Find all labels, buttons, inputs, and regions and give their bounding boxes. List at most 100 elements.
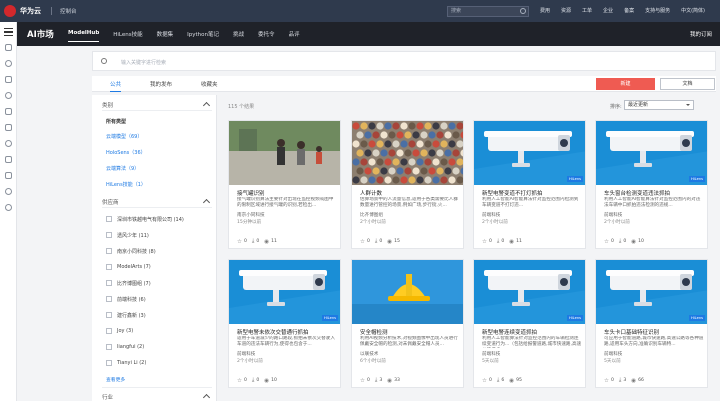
data-icon[interactable] [5,60,12,67]
top-link-tickets[interactable]: 工单 [582,7,592,14]
tab-hilens-skills[interactable]: HiLens技能 [113,30,142,42]
tab-favorites[interactable]: 收藏夹 [201,80,218,88]
chevron-up-icon[interactable] [202,393,211,401]
model-name[interactable]: 新型电警变道不打灯抓拍 [482,189,543,197]
sort-select[interactable]: 最近更新 [624,100,694,110]
star-icon[interactable]: ☆ [360,378,365,384]
tab-datasets[interactable]: 数据集 [157,30,174,42]
model-description: 接气罐识别算法主要针对出现在监控视频或图中的限制区域进行接气罐的识别,若检出..… [237,197,334,209]
model-name[interactable]: 安全帽检测 [360,328,388,336]
hilens-icon[interactable] [5,172,12,179]
tab-reviews[interactable]: 品评 [289,30,300,42]
cloud-icon[interactable] [5,92,12,99]
model-card[interactable]: 安全帽检测 利用AI视频分析技术,对视频图像中出现人员进行佩戴安全帽的检测,对未… [351,259,464,388]
model-author[interactable]: 比齐博图组 [360,212,383,218]
model-author[interactable]: 前端科技 [604,212,622,218]
chevron-up-icon[interactable] [202,101,211,110]
vendor-checkbox[interactable] [106,216,112,222]
home-icon[interactable] [5,44,12,51]
model-card[interactable]: HiLens 车头卡口基础特征识别 可应用于智能道路,城市快速路,高速公路等各种… [595,259,708,388]
vendor-checkbox[interactable] [106,232,112,238]
model-icon[interactable] [5,108,12,115]
vendor-checkbox[interactable] [106,248,112,254]
tab-challenges[interactable]: 挑战 [233,30,244,42]
chevron-up-icon[interactable] [202,198,211,207]
model-author[interactable]: 前端科技 [237,351,255,357]
deploy-icon[interactable] [5,124,12,131]
market-icon[interactable] [5,140,12,147]
model-author[interactable]: 南京小同科技 [237,212,265,218]
download-icon[interactable]: ⤓ [252,238,254,245]
top-link-resources[interactable]: 资源 [561,7,571,14]
search-icon[interactable] [520,8,526,14]
model-name[interactable]: 新型电警连续变道抓拍 [482,328,537,336]
download-icon[interactable]: ⤓ [619,238,621,245]
star-icon[interactable]: ☆ [482,239,487,245]
model-card[interactable]: HiLens 新型电警未依次交替通行抓拍 适用于车道减少的路口路段,抓拍未依次交… [228,259,341,388]
star-icon[interactable]: ☆ [360,239,365,245]
model-author[interactable]: 以联技术 [360,351,378,357]
star-icon[interactable]: ☆ [237,239,242,245]
model-name[interactable]: 车头窗台检测变道违法抓拍 [604,189,670,197]
model-name[interactable]: 人群计数 [360,189,382,197]
category-cloud-model[interactable]: 云端模型（69） [106,133,142,140]
star-icon[interactable]: ☆ [482,378,487,384]
my-subscriptions-link[interactable]: 我的订阅 [690,30,712,38]
star-icon[interactable]: ☆ [604,239,609,245]
new-button[interactable]: 新建 [596,78,655,90]
tab-my-published[interactable]: 我的发布 [150,80,172,88]
tab-public[interactable]: 公共 [110,80,122,92]
top-link-language[interactable]: 中文(简体) [681,7,705,14]
vendor-checkbox[interactable] [106,360,112,366]
docs-button[interactable]: 文档 [660,78,715,90]
top-link-filing[interactable]: 备案 [624,7,634,14]
category-hilens-skill[interactable]: HiLens技能（1） [106,181,146,188]
anchor-icon[interactable] [5,156,12,163]
help-icon[interactable] [5,204,12,211]
vendor-checkbox[interactable] [106,344,112,350]
model-card[interactable]: 接气罐识别 接气罐识别算法主要针对出现在监控视频或图中的限制区域进行接气罐的识别… [228,120,341,249]
vendor-checkbox[interactable] [106,312,112,318]
console-link[interactable]: 控制台 [60,7,77,15]
model-author[interactable]: 前端科技 [482,212,500,218]
top-link-fees[interactable]: 费用 [540,7,550,14]
download-icon[interactable]: ⤓ [619,377,621,384]
model-name[interactable]: 新型电警未依次交替通行抓拍 [237,328,309,336]
model-name[interactable]: 接气罐识别 [237,189,265,197]
download-icon[interactable]: ⤓ [375,377,377,384]
model-card[interactable]: HiLens 新型电警变道不打灯抓拍 利用人工智能AI智能算法针对监控范围内检测… [473,120,586,249]
star-icon[interactable]: ☆ [604,378,609,384]
global-search-input[interactable]: 搜索 [447,6,529,17]
model-card[interactable]: HiLens 车头窗台检测变道违法抓拍 利用人工智能AI智能算法针对监控范围内的… [595,120,708,249]
model-author[interactable]: 前端科技 [482,351,500,357]
vendor-checkbox[interactable] [106,264,112,270]
vendor-checkbox[interactable] [106,296,112,302]
show-more-link[interactable]: 查看更多 [106,376,125,383]
model-name[interactable]: 车头卡口基础特征识别 [604,328,659,336]
settings-icon[interactable] [5,188,12,195]
training-icon[interactable] [5,76,12,83]
vendor-checkbox[interactable] [106,280,112,286]
category-all[interactable]: 所有类型 [106,118,126,125]
vendor-checkbox[interactable] [106,328,112,334]
menu-icon[interactable] [4,28,13,38]
star-icon[interactable]: ☆ [237,378,242,384]
download-icon[interactable]: ⤓ [252,377,254,384]
vendor-label: Tianyi Li (2) [117,360,147,366]
download-icon[interactable]: ⤓ [497,377,499,384]
download-icon[interactable]: ⤓ [497,238,499,245]
model-description: 利用人工智能AI智能算法针对监控范围内的对违法车辆中口抓拍违法检测的违规... [604,197,701,209]
model-card[interactable]: 人群计数 估算场景中的人流量信息,适用于各类需要比人群数量进行管控的场景,例如广… [351,120,464,249]
category-cloud-algorithm[interactable]: 云端算法（9） [106,165,139,172]
download-icon[interactable]: ⤓ [375,238,377,245]
top-link-enterprise[interactable]: 企业 [603,7,613,14]
top-link-support[interactable]: 支持与服务 [645,7,670,14]
tab-modelhub[interactable]: ModelHub [68,30,100,42]
model-author[interactable]: 前端科技 [604,351,622,357]
model-search-input[interactable]: 输入关键字进行检索 [92,51,716,71]
category-holosens[interactable]: HoloSens（36） [106,149,146,156]
model-card[interactable]: HiLens 新型电警连续变道抓拍 利用人工智能算法针对监控范围内的车辆检测连续… [473,259,586,388]
brand-logo[interactable]: 华为云 [4,5,51,17]
tab-ipython-notes[interactable]: Ipython笔记 [187,30,219,42]
tab-delegation[interactable]: 委托令 [258,30,275,42]
